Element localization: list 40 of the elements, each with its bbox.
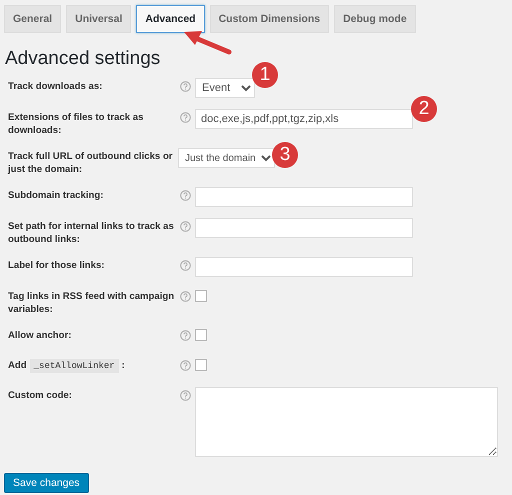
tab[interactable]: Universal xyxy=(66,5,132,33)
save-button[interactable]: Save changes xyxy=(4,473,89,493)
help-icon[interactable] xyxy=(180,330,191,341)
help-icon[interactable] xyxy=(180,190,191,201)
tab[interactable]: Advanced xyxy=(136,5,205,33)
code-field[interactable] xyxy=(195,387,498,457)
setting-label: Extensions of files to track as downloads: xyxy=(8,111,144,137)
checkbox[interactable] xyxy=(195,329,207,341)
tab[interactable]: Debug mode xyxy=(334,5,416,33)
select-field[interactable]: Event xyxy=(195,78,255,98)
setting-label: Track full URL of outbound clicks or just the domain: xyxy=(8,150,174,176)
help-icon[interactable] xyxy=(180,291,191,302)
arrow-icon xyxy=(184,31,232,54)
tab[interactable]: General xyxy=(4,5,62,33)
input-field[interactable]: doc,exe,js,pdf,ppt,tgz,zip,xls xyxy=(195,109,413,129)
number-marker: 2 xyxy=(411,96,437,122)
setting-label: Custom code: xyxy=(8,389,73,402)
help-icon[interactable] xyxy=(180,112,191,123)
checkbox[interactable] xyxy=(195,290,207,302)
setting-label: Track downloads as: xyxy=(8,80,104,93)
help-icon[interactable] xyxy=(180,81,191,92)
setting-label: Subdomain tracking: xyxy=(8,189,104,202)
number-marker: 1 xyxy=(252,62,278,88)
help-icon[interactable] xyxy=(180,360,191,371)
help-icon[interactable] xyxy=(180,390,191,401)
setting-label: Label for those links: xyxy=(8,259,106,272)
select-field[interactable]: Just the domain xyxy=(178,148,275,168)
number-marker: 3 xyxy=(272,142,298,168)
input-field[interactable] xyxy=(195,187,413,207)
help-icon[interactable] xyxy=(180,221,191,232)
checkbox[interactable] xyxy=(195,359,207,371)
setting-label: Tag links in RSS feed with campaign variables: xyxy=(8,290,176,316)
setting-label: Set path for internal links to track as outbound links: xyxy=(8,220,175,246)
input-field[interactable] xyxy=(195,218,413,238)
help-icon[interactable] xyxy=(180,260,191,271)
setting-label: Add _setAllowLinker : xyxy=(8,358,126,372)
setting-label: Allow anchor: xyxy=(8,329,72,342)
page-heading: Advanced settings xyxy=(5,48,162,70)
tab[interactable]: Custom Dimensions xyxy=(210,5,330,33)
input-field[interactable] xyxy=(195,257,413,277)
